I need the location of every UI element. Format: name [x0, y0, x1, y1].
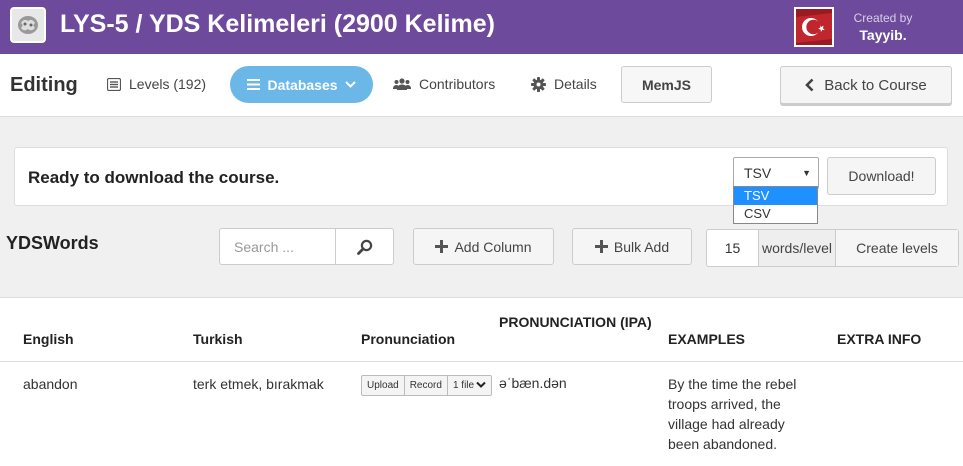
- download-button[interactable]: Download!: [827, 157, 936, 195]
- format-option-csv[interactable]: CSV: [734, 205, 817, 223]
- audio-record-button[interactable]: Record: [405, 376, 448, 395]
- search-icon: [356, 239, 372, 255]
- words-table: English Turkish Pronunciation PRONUNCIAT…: [0, 297, 963, 466]
- nav-contributors[interactable]: Contributors: [393, 76, 495, 92]
- chevron-down-icon: [344, 81, 356, 88]
- nav-databases[interactable]: Databases: [230, 66, 373, 103]
- chevron-left-icon: [805, 78, 814, 92]
- words-per-level-input[interactable]: 15: [707, 230, 758, 266]
- course-header: LYS-5 / YDS Kelimeleri (2900 Kelime) Cre…: [0, 0, 963, 54]
- bulk-add-label: Bulk Add: [613, 238, 670, 255]
- audio-files-value: 1 file: [452, 380, 475, 391]
- memjs-button[interactable]: MemJS: [621, 66, 712, 103]
- nav-levels[interactable]: Levels (192): [107, 76, 206, 92]
- format-option-tsv[interactable]: TSV: [734, 187, 817, 205]
- table-header-divider: [0, 361, 963, 362]
- creator-name-link[interactable]: Tayyib.: [843, 27, 923, 43]
- format-dropdown-list: TSV CSV: [733, 186, 818, 224]
- format-select[interactable]: TSV ▼: [733, 157, 819, 189]
- column-header-turkish[interactable]: Turkish: [193, 331, 243, 347]
- created-by-label: Created by: [853, 11, 913, 25]
- audio-upload-widget: Upload Record 1 file: [361, 375, 493, 396]
- cell-ipa[interactable]: əˈbæn.dən: [499, 375, 567, 391]
- plus-icon: [594, 240, 608, 253]
- caret-down-icon: ▼: [802, 168, 811, 178]
- course-logo-icon: [18, 16, 38, 34]
- search-input[interactable]: [220, 229, 335, 264]
- editing-nav-bar: Editing Levels (192) Databases Contribut…: [0, 54, 963, 117]
- column-header-examples[interactable]: EXAMPLES: [668, 331, 745, 347]
- nav-details[interactable]: Details: [531, 76, 597, 92]
- words-per-level-group: 15 words/level Create levels: [706, 229, 959, 267]
- gear-icon: [531, 76, 546, 92]
- create-levels-button[interactable]: Create levels: [836, 230, 958, 266]
- search-box: [219, 228, 394, 265]
- plus-icon: [435, 240, 449, 253]
- creator-avatar[interactable]: [794, 7, 834, 47]
- add-column-label: Add Column: [454, 238, 532, 255]
- words-per-level-label: words/level: [758, 230, 836, 266]
- turkish-flag-icon: [796, 9, 832, 45]
- nav-levels-label: Levels (192): [129, 76, 207, 92]
- cell-turkish[interactable]: terk etmek, bırakmak: [193, 376, 324, 392]
- cell-example[interactable]: By the time the rebel troops arrived, th…: [668, 374, 818, 454]
- search-button[interactable]: [335, 229, 393, 264]
- chevron-down-icon: [476, 381, 486, 388]
- audio-upload-button[interactable]: Upload: [362, 376, 405, 395]
- back-to-course-label: Back to Course: [824, 76, 927, 94]
- back-to-course-button[interactable]: Back to Course: [780, 66, 952, 104]
- menu-icon: [247, 79, 261, 90]
- nav-contributors-label: Contributors: [419, 76, 496, 92]
- audio-files-select[interactable]: 1 file: [448, 376, 491, 395]
- download-ready-message: Ready to download the course.: [28, 168, 280, 187]
- nav-databases-label: Databases: [267, 76, 338, 93]
- course-title[interactable]: LYS-5 / YDS Kelimeleri (2900 Kelime): [60, 10, 495, 39]
- list-icon: [107, 77, 121, 91]
- nav-details-label: Details: [554, 76, 597, 92]
- column-header-english[interactable]: English: [23, 331, 74, 347]
- users-icon: [393, 78, 411, 90]
- column-header-pronunciation[interactable]: Pronunciation: [361, 331, 455, 347]
- column-header-pronunciation-ipa[interactable]: PRONUNCIATION (IPA): [499, 314, 652, 330]
- cell-english[interactable]: abandon: [23, 376, 78, 392]
- add-column-button[interactable]: Add Column: [413, 228, 554, 265]
- course-logo[interactable]: [10, 7, 46, 43]
- bulk-add-button[interactable]: Bulk Add: [572, 228, 692, 265]
- column-header-extra-info[interactable]: EXTRA INFO: [837, 331, 921, 347]
- editing-title: Editing: [10, 74, 78, 96]
- format-select-value: TSV: [744, 165, 772, 181]
- database-title: YDSWords: [6, 233, 99, 253]
